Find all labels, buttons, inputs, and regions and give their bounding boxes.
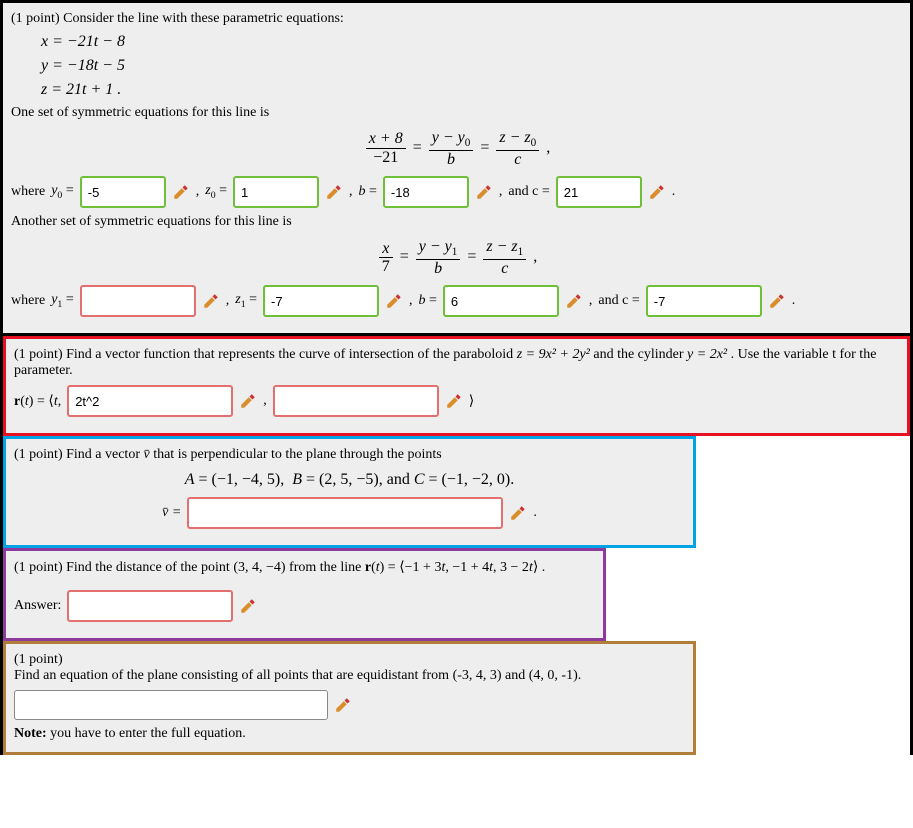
points-label: (1 point): [11, 11, 60, 26]
sym2-inputs: where y1 = , z1 = , b = , and c = .: [11, 285, 902, 317]
sym1-inputs: where y0 = , z0 = , b = , and c = .: [11, 176, 902, 208]
q4-rt: r(t) = ⟨−1 + 3t, −1 + 4t, 3 − 2t⟩: [365, 560, 538, 575]
input-distance[interactable]: [67, 590, 233, 622]
pencil-icon[interactable]: [648, 183, 666, 201]
points-label: (1 point): [14, 560, 63, 575]
question-4: (1 point) Find the distance of the point…: [3, 548, 606, 641]
pencil-icon[interactable]: [202, 292, 220, 310]
answer-label: Answer:: [14, 598, 61, 614]
sym2-intro: Another set of symmetric equations for t…: [11, 214, 902, 230]
pencil-icon[interactable]: [172, 183, 190, 201]
points-label: (1 point): [14, 447, 63, 462]
q3-text: Find a vector v̄ that is perpendicular t…: [66, 447, 442, 462]
q5-note: Note: you have to enter the full equatio…: [14, 726, 685, 742]
question-5: (1 point) Find an equation of the plane …: [3, 641, 696, 755]
pencil-icon[interactable]: [239, 392, 257, 410]
q2-cylinder: y = 2x²: [687, 347, 727, 362]
pencil-icon[interactable]: [768, 292, 786, 310]
pencil-icon[interactable]: [475, 183, 493, 201]
pencil-icon[interactable]: [334, 696, 352, 714]
q5-answer-row: [14, 690, 685, 720]
q2-answer-row: r(t) = ⟨t, , ⟩: [14, 385, 899, 417]
q4-text2: from the line: [289, 560, 365, 575]
q2-text1: Find a vector function that represents t…: [66, 347, 517, 362]
points-label: (1 point): [14, 652, 685, 668]
points-label: (1 point): [14, 347, 63, 362]
pencil-icon[interactable]: [565, 292, 583, 310]
q4-answer-row: Answer:: [14, 590, 595, 622]
q2-paraboloid: z = 9x² + 2y²: [517, 347, 590, 362]
question-3: (1 point) Find a vector v̄ that is perpe…: [3, 436, 696, 548]
input-plane-eq[interactable]: [14, 690, 328, 720]
question-1: (1 point) Consider the line with these p…: [3, 3, 910, 336]
eq-x: x = −21t − 8: [41, 33, 902, 51]
q5-text: Find an equation of the plane consisting…: [14, 668, 685, 684]
v-label: v̄ =: [162, 505, 181, 521]
input-b2[interactable]: [443, 285, 559, 317]
sym1-intro: One set of symmetric equations for this …: [11, 105, 902, 121]
eq-z: z = 21t + 1 .: [41, 81, 902, 99]
input-v[interactable]: [187, 497, 503, 529]
sym2-equation: x7 = y − y1b = z − z1c ,: [11, 238, 902, 277]
input-r3[interactable]: [273, 385, 439, 417]
eq-y: y = −18t − 5: [41, 57, 902, 75]
input-z0[interactable]: [233, 176, 319, 208]
input-r2[interactable]: [67, 385, 233, 417]
input-c2[interactable]: [646, 285, 762, 317]
pencil-icon[interactable]: [239, 597, 257, 615]
question-2: (1 point) Find a vector function that re…: [3, 336, 910, 436]
pencil-icon[interactable]: [445, 392, 463, 410]
q4-point: (3, 4, −4): [233, 560, 285, 575]
pencil-icon[interactable]: [325, 183, 343, 201]
input-y0[interactable]: [80, 176, 166, 208]
input-y1[interactable]: [80, 285, 196, 317]
pencil-icon[interactable]: [509, 504, 527, 522]
input-b[interactable]: [383, 176, 469, 208]
input-c[interactable]: [556, 176, 642, 208]
q3-answer-row: v̄ = .: [14, 497, 685, 529]
input-z1[interactable]: [263, 285, 379, 317]
sym1-equation: x + 8−21 = y − y0b = z − z0c ,: [11, 129, 902, 168]
q3-points: A = (−1, −4, 5), B = (2, 5, −5), and C =…: [14, 471, 685, 489]
pencil-icon[interactable]: [385, 292, 403, 310]
q1-intro: Consider the line with these parametric …: [63, 11, 344, 26]
q4-text1: Find the distance of the point: [66, 560, 233, 575]
q2-text2: and the cylinder: [593, 347, 687, 362]
